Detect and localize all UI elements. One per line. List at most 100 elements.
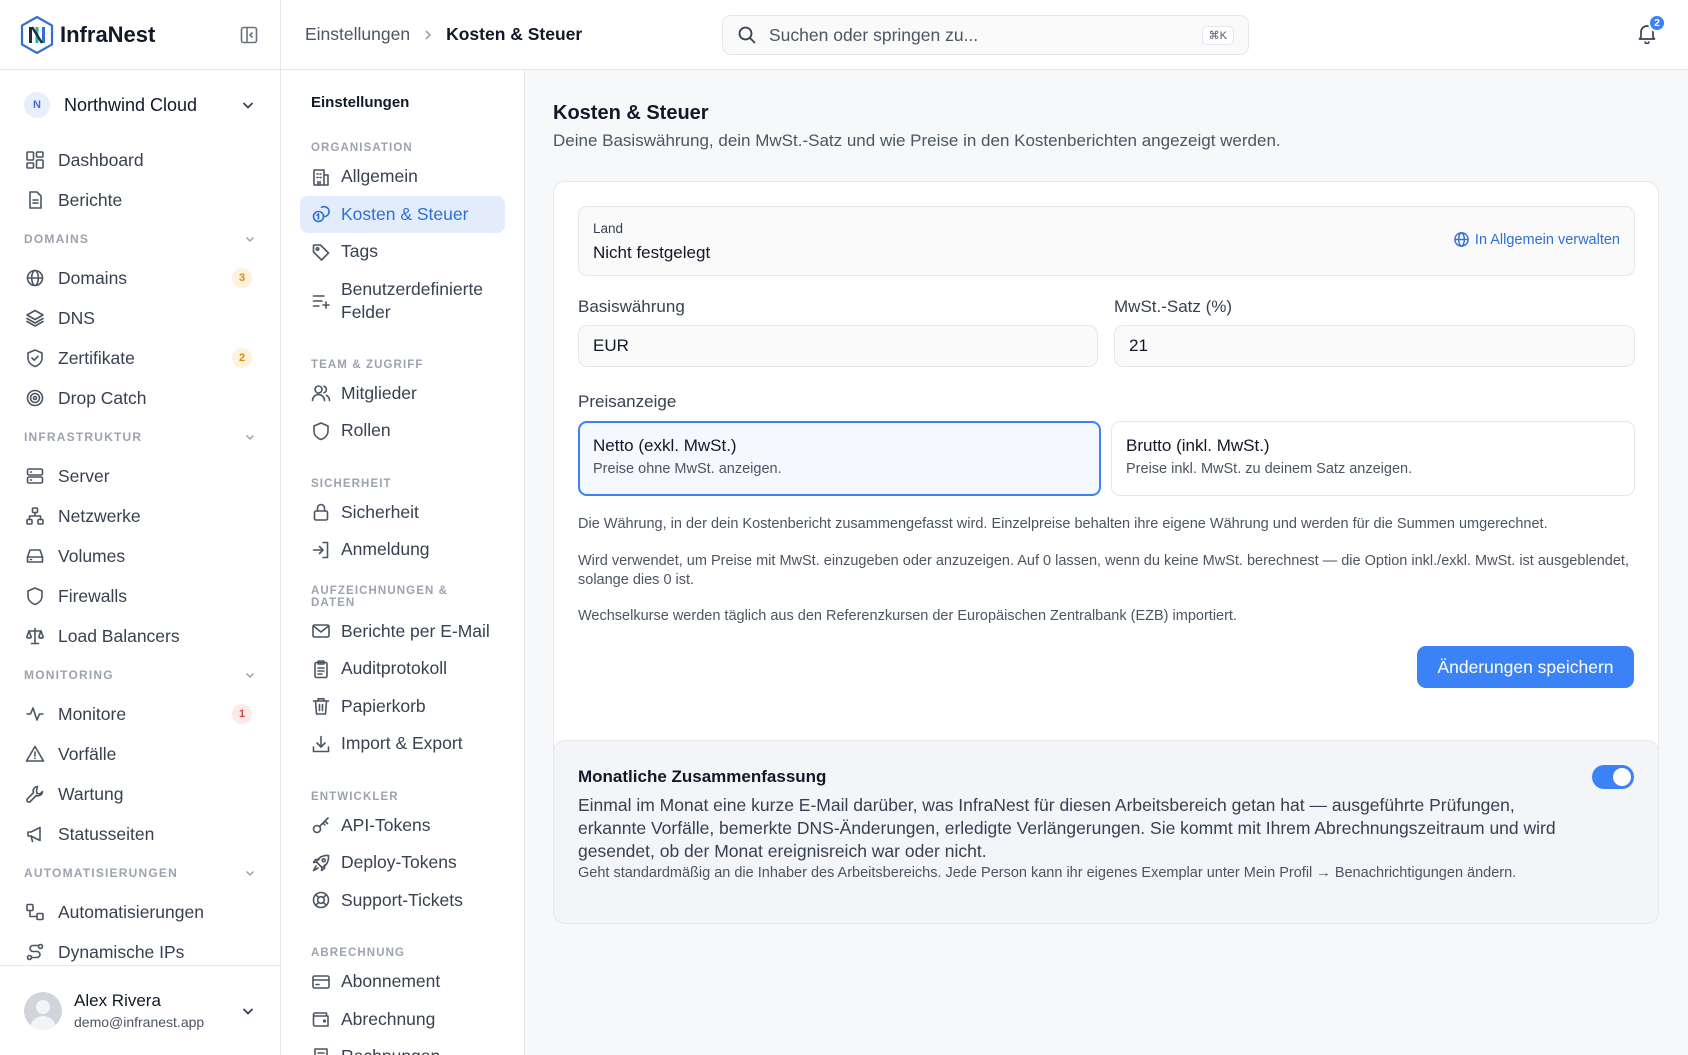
monthly-summary-toggle[interactable] [1592, 765, 1634, 789]
vat-field[interactable]: 21 [1114, 325, 1635, 367]
org-avatar: N [24, 92, 50, 118]
shield-icon [24, 585, 46, 607]
save-button[interactable]: Änderungen speichern [1417, 646, 1634, 688]
settings-item-mitglieder[interactable]: Mitglieder [300, 375, 505, 413]
settings-item-import-export[interactable]: Import & Export [300, 725, 505, 763]
logo-icon [20, 15, 54, 54]
settings-item-label: Anmeldung [341, 539, 430, 560]
settings-item-rollen[interactable]: Rollen [300, 412, 505, 450]
settings-item-auditprotokoll[interactable]: Auditprotokoll [300, 650, 505, 688]
sidebar-section-title: MONITORING [24, 668, 114, 682]
chevron-down-icon [244, 867, 256, 879]
settings-section-aufzeichnungen-daten: AUFZEICHNUNGEN & DATEN [311, 584, 449, 609]
settings-section-abrechnung: ABRECHNUNG [311, 947, 406, 959]
price-option-net[interactable]: Netto (exkl. MwSt.) Preise ohne MwSt. an… [578, 421, 1101, 496]
sidebar-item-drop-catch[interactable]: Drop Catch [0, 378, 280, 418]
settings-item-support-tickets[interactable]: Support-Tickets [300, 882, 505, 920]
settings-item-kosten-steuer[interactable]: Kosten & Steuer [300, 195, 505, 233]
chevron-down-icon [240, 97, 256, 113]
price-option-gross[interactable]: Brutto (inkl. MwSt.) Preise inkl. MwSt. … [1111, 421, 1635, 496]
settings-item-label: Rechnungen [341, 1045, 440, 1055]
settings-item-papierkorb[interactable]: Papierkorb [300, 688, 505, 726]
logo-row: InfraNest [0, 0, 280, 70]
price-option-gross-title: Brutto (inkl. MwSt.) [1126, 436, 1270, 455]
sidebar-section-infrastruktur[interactable]: INFRASTRUKTUR [0, 418, 280, 456]
sidebar-item-server[interactable]: Server [0, 456, 280, 496]
dashboard-icon [24, 149, 46, 171]
sidebar-item-volumes[interactable]: Volumes [0, 536, 280, 576]
settings-item-label: Rollen [341, 420, 391, 441]
sidebar-item-automatisierungen[interactable]: Automatisierungen [0, 892, 280, 932]
sidebar-item-netzwerke[interactable]: Netzwerke [0, 496, 280, 536]
sidebar-section-automatisierungen[interactable]: AUTOMATISIERUNGEN [0, 854, 280, 892]
settings-item-api-tokens[interactable]: API-Tokens [300, 807, 505, 845]
mail-icon [311, 621, 331, 641]
chevron-down-icon [240, 1003, 256, 1019]
settings-item-deploy-tokens[interactable]: Deploy-Tokens [300, 844, 505, 882]
sidebar-item-label: Drop Catch [58, 387, 147, 408]
settings-item-label: API-Tokens [341, 814, 431, 835]
sidebar-item-load-balancers[interactable]: Load Balancers [0, 616, 280, 656]
org-name: Northwind Cloud [64, 94, 198, 115]
breadcrumb: Einstellungen Kosten & Steuer [305, 24, 582, 45]
search-shortcut: ⌘K [1201, 25, 1234, 45]
settings-item-anmeldung[interactable]: Anmeldung [300, 531, 505, 569]
sidebar: InfraNest N Northwind Cloud Dashboard Be… [0, 0, 281, 1055]
price-option-gross-desc: Preise inkl. MwSt. zu deinem Satz anzeig… [1126, 461, 1413, 477]
settings-item-abrechnung[interactable]: Abrechnung [300, 1001, 505, 1039]
sidebar-item-berichte[interactable]: Berichte [0, 180, 280, 220]
megaphone-icon [24, 823, 46, 845]
sidebar-item-label: Firewalls [58, 585, 128, 606]
settings-item-allgemein[interactable]: Allgemein [300, 158, 505, 196]
sidebar-item-label: Load Balancers [58, 625, 180, 646]
server-icon [24, 465, 46, 487]
sidebar-section-domains[interactable]: DOMAINS [0, 220, 280, 258]
settings-section-entwickler: ENTWICKLER [311, 790, 399, 803]
currency-field[interactable]: EUR [578, 325, 1098, 367]
drive-icon [24, 545, 46, 567]
activity-icon [24, 703, 46, 725]
settings-section-organisation: ORGANISATION [311, 142, 413, 154]
sidebar-item-firewalls[interactable]: Firewalls [0, 576, 280, 616]
user-email: demo@infranest.app [74, 1014, 205, 1030]
org-switcher[interactable]: N Northwind Cloud [0, 70, 280, 140]
lock-icon [311, 502, 331, 522]
wallet-icon [311, 1009, 331, 1029]
chevron-right-icon [422, 29, 434, 41]
manage-country-link[interactable]: In Allgemein verwalten [1453, 231, 1620, 248]
sidebar-item-domains[interactable]: Domains 3 [0, 258, 280, 298]
layers-icon [24, 307, 46, 329]
settings-item-rechnungen[interactable]: Rechnungen [300, 1038, 505, 1055]
building-icon [311, 167, 331, 187]
sidebar-item-vorfaelle[interactable]: Vorfälle [0, 734, 280, 774]
settings-section-sicherheit: SICHERHEIT [311, 477, 392, 490]
sidebar-item-wartung[interactable]: Wartung [0, 774, 280, 814]
globe-icon [24, 267, 46, 289]
workflow-icon [24, 901, 46, 923]
top-bar: Einstellungen Kosten & Steuer Suchen ode… [281, 0, 1688, 70]
sidebar-item-monitore[interactable]: Monitore 1 [0, 694, 280, 734]
settings-item-abonnement[interactable]: Abonnement [300, 963, 505, 1001]
vat-help: Wird verwendet, um Preise mit MwSt. einz… [578, 553, 1629, 588]
user-menu[interactable]: Alex Rivera demo@infranest.app [0, 965, 280, 1055]
search-input[interactable]: Suchen oder springen zu... ⌘K [722, 15, 1249, 55]
country-field: Land Nicht festgelegt In Allgemein verwa… [578, 206, 1635, 276]
clipboard-icon [311, 659, 331, 679]
chevron-down-icon [244, 233, 256, 245]
settings-item-berichte-per-e-mail[interactable]: Berichte per E-Mail [300, 613, 505, 651]
sidebar-item-statusseiten[interactable]: Statusseiten [0, 814, 280, 854]
search-icon [737, 25, 757, 45]
sidebar-collapse-icon[interactable] [238, 24, 260, 46]
settings-item-label: Tags [341, 241, 378, 262]
settings-item-tags[interactable]: Tags [300, 233, 505, 271]
sidebar-item-dns[interactable]: DNS [0, 298, 280, 338]
sidebar-item-zertifikate[interactable]: Zertifikate 2 [0, 338, 280, 378]
settings-item-benutzerdefinierte-felder[interactable]: Benutzerdefinierte Felder [300, 271, 505, 331]
settings-item-sicherheit[interactable]: Sicherheit [300, 494, 505, 532]
currency-label: Basiswährung [578, 297, 685, 316]
settings-nav-list: ORGANISATION Allgemein Kosten & Steuer T… [281, 128, 524, 1055]
sidebar-section-monitoring[interactable]: MONITORING [0, 656, 280, 694]
sidebar-item-dashboard[interactable]: Dashboard [0, 140, 280, 180]
breadcrumb-settings[interactable]: Einstellungen [305, 24, 410, 45]
page-title: Kosten & Steuer [553, 102, 709, 124]
